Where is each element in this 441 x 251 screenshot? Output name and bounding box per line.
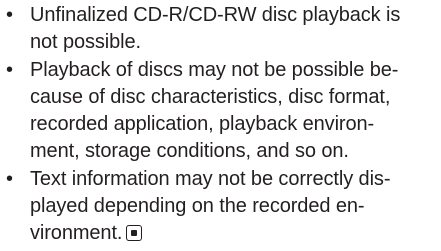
list-item-text: Text information may not be correctly di…: [30, 166, 436, 248]
text-line: Unfinalized CD-R/CD-RW disc playback is: [30, 4, 401, 26]
text-line-last: vironment.: [30, 220, 436, 247]
text-line: cause of disc characteristics, disc form…: [30, 85, 391, 108]
notes-bullet-list: • Unfinalized CD-R/CD-RW disc playback i…: [4, 2, 437, 248]
list-item-text: Playback of discs may not be possible be…: [30, 57, 436, 166]
bullet-icon: •: [6, 167, 14, 190]
list-item: • Unfinalized CD-R/CD-RW disc playback i…: [4, 2, 437, 57]
text-line: recorded application, playback environ-: [30, 113, 375, 136]
text-line: played depending on the recorded en-: [30, 195, 365, 218]
text-line: not possible.: [30, 31, 141, 54]
list-item: • Playback of discs may not be possible …: [4, 57, 437, 166]
end-mark-square: [130, 229, 137, 236]
list-item-text: Unfinalized CD-R/CD-RW disc playback is …: [30, 2, 436, 57]
document-page: • Unfinalized CD-R/CD-RW disc playback i…: [0, 0, 441, 251]
text-line: Playback of discs may not be possible be…: [30, 58, 399, 81]
bullet-icon: •: [6, 58, 14, 81]
end-of-section-mark-icon: [126, 225, 143, 242]
bullet-icon: •: [6, 4, 14, 26]
text-line-content: vironment.: [30, 222, 123, 245]
text-line: Text information may not be correctly di…: [30, 167, 391, 190]
text-line: ment, storage conditions, and so on.: [30, 140, 349, 163]
list-item: • Text information may not be correctly …: [4, 166, 437, 248]
